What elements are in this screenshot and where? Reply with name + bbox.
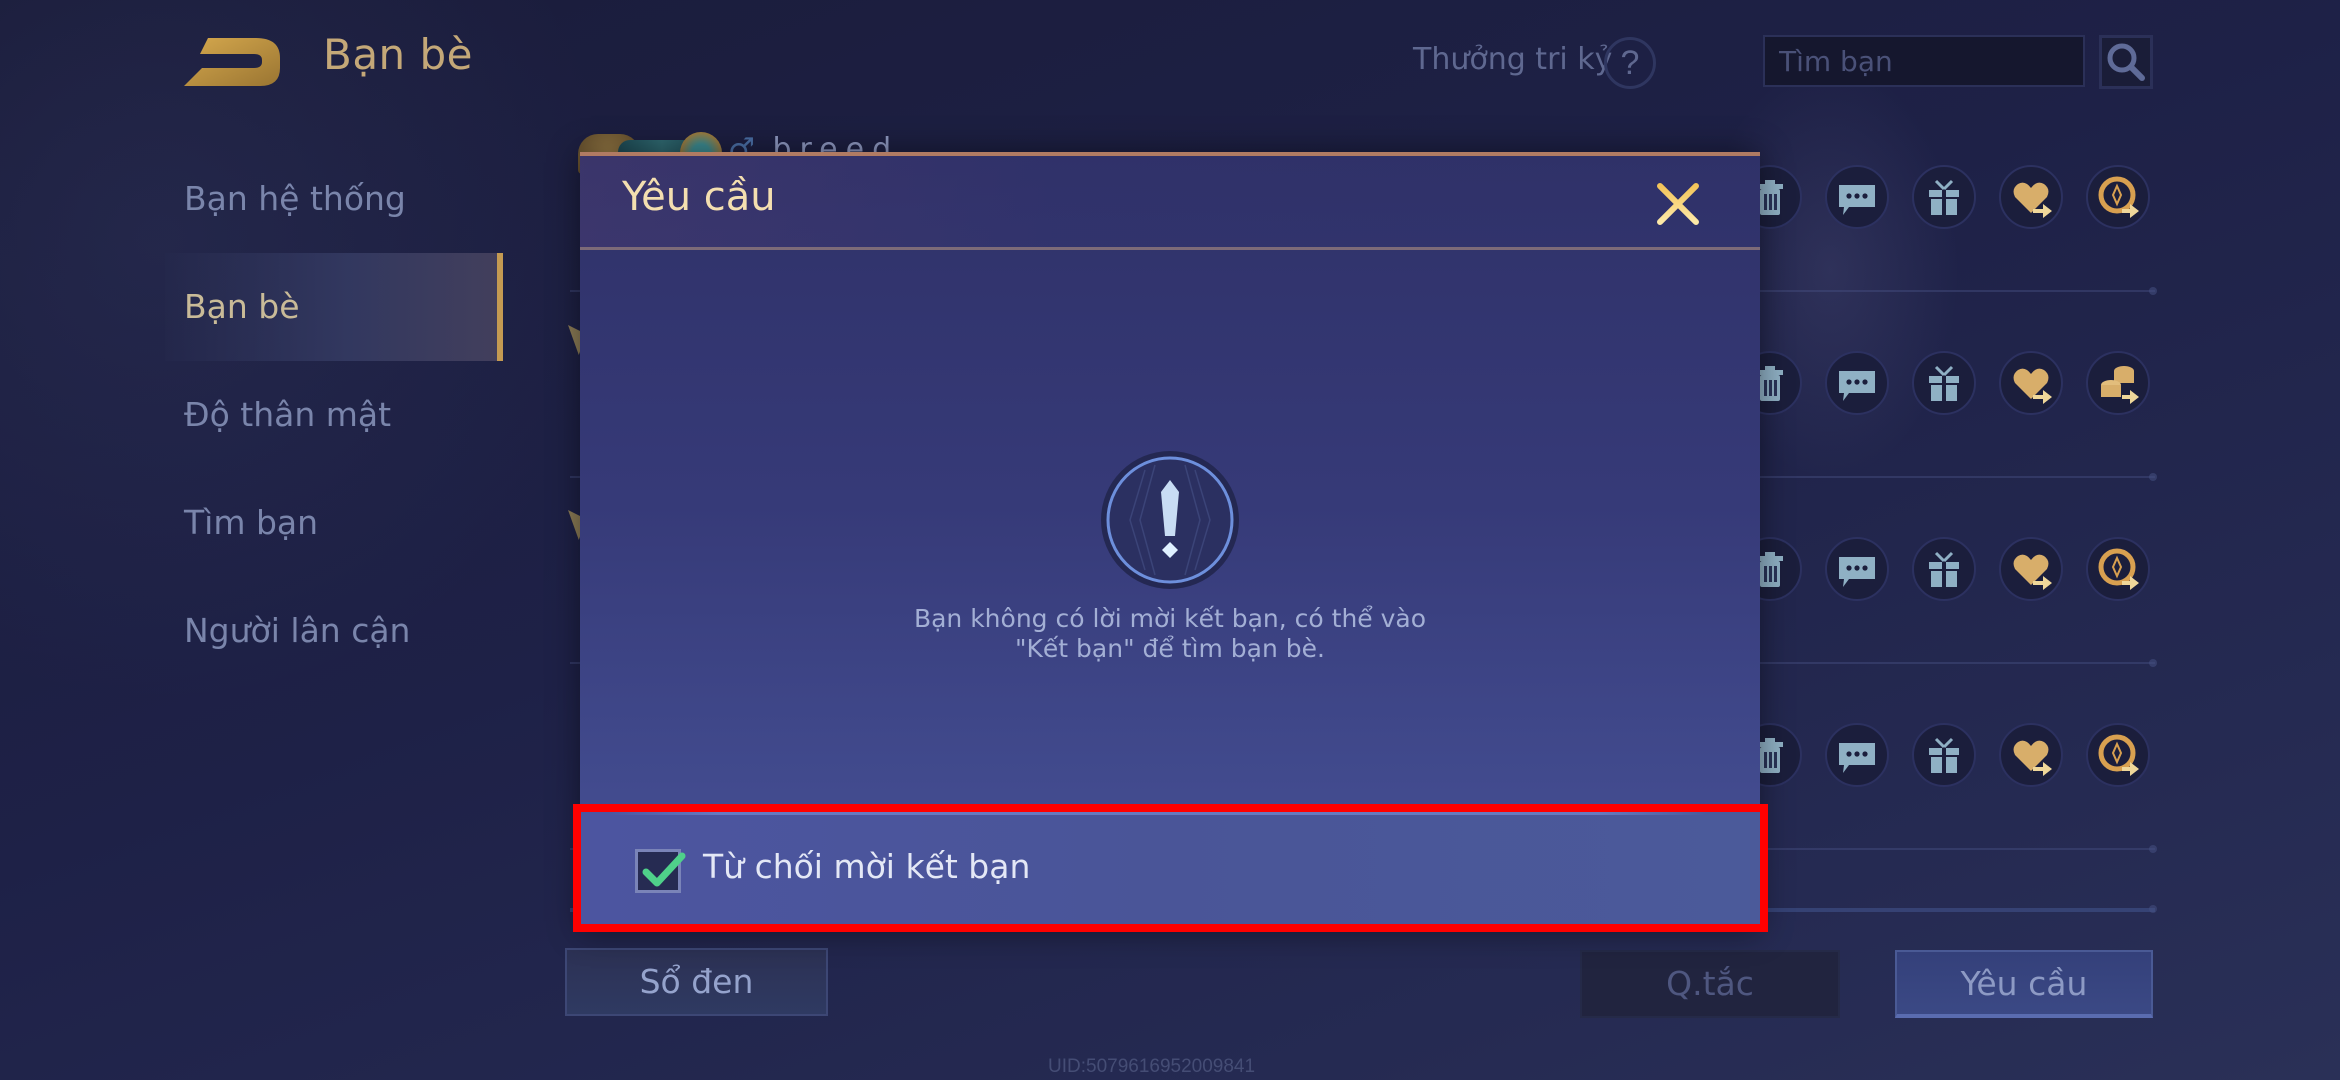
blacklist-button[interactable]: Sổ đen — [565, 948, 828, 1016]
rules-button[interactable]: Q.tắc — [1580, 950, 1840, 1018]
empty-requests-message: Bạn không có lời mời kết bạn, có thể vào… — [770, 604, 1570, 664]
user-id-label: UID:5079616952009841 — [1048, 1056, 1256, 1077]
checkmark-icon — [642, 852, 686, 887]
close-icon — [1657, 183, 1699, 225]
page-title: Bạn bè — [323, 30, 474, 79]
soulmate-reward-label[interactable]: Thưởng tri kỷ — [1413, 42, 1612, 77]
sidebar-item-intimacy[interactable]: Độ thân mật — [165, 361, 503, 469]
dialog-title: Yêu cầu — [622, 174, 776, 220]
send-medal-icon — [2098, 176, 2139, 218]
search-button[interactable] — [2099, 35, 2153, 89]
friend-requests-dialog: Yêu cầu Bạn không có lời mời kết bạn, có… — [580, 152, 1760, 932]
row-action-chat-button[interactable] — [1825, 165, 1889, 229]
send-coins-icon — [2101, 366, 2139, 404]
row-action-chat-button[interactable] — [1825, 537, 1889, 601]
row-action-gift-button[interactable] — [1912, 351, 1976, 415]
sidebar-item-label: Bạn bè — [184, 287, 300, 326]
chat-icon — [1839, 743, 1875, 773]
friend-requests-button[interactable]: Yêu cầu — [1895, 950, 2153, 1018]
sidebar-item-label: Tìm bạn — [184, 503, 319, 542]
row-action-chat-button[interactable] — [1825, 351, 1889, 415]
sidebar-item-label: Người lân cận — [184, 611, 411, 650]
send-heart-icon — [2013, 182, 2052, 218]
row-action-gift-button[interactable] — [1912, 537, 1976, 601]
close-button[interactable] — [1652, 178, 1704, 230]
help-icon: ? — [1620, 44, 1640, 82]
gift-icon — [1929, 179, 1959, 215]
send-heart-icon — [2013, 740, 2052, 776]
chat-icon — [1839, 371, 1875, 401]
row-action-send-heart-button[interactable] — [1999, 351, 2063, 415]
row-action-send-heart-button[interactable] — [1999, 165, 2063, 229]
row-action-send-medal-button[interactable] — [2086, 165, 2150, 229]
row-action-send-medal-button[interactable] — [2086, 537, 2150, 601]
back-arrow-icon — [184, 38, 280, 86]
reject-requests-label[interactable]: Từ chối mời kết bạn — [703, 847, 1030, 886]
sidebar-item-find-friends[interactable]: Tìm bạn — [165, 469, 503, 577]
send-medal-icon — [2098, 548, 2139, 590]
search-icon — [2107, 43, 2145, 81]
gift-icon — [1929, 737, 1959, 773]
row-action-gift-button[interactable] — [1912, 723, 1976, 787]
gift-icon — [1929, 551, 1959, 587]
footer-divider — [608, 810, 1708, 815]
help-button[interactable]: ? — [1604, 37, 1656, 89]
send-heart-icon — [2013, 368, 2052, 404]
row-action-send-coins-button[interactable] — [2086, 351, 2150, 415]
sidebar-item-friends[interactable]: Bạn bè — [165, 253, 503, 361]
gift-icon — [1929, 365, 1959, 401]
chat-icon — [1839, 557, 1875, 587]
row-action-send-medal-button[interactable] — [2086, 723, 2150, 787]
exclamation-icon — [1100, 450, 1240, 590]
message-line: "Kết bạn" để tìm bạn bè. — [1015, 634, 1325, 663]
sidebar-item-label: Độ thân mật — [184, 395, 392, 434]
send-heart-icon — [2013, 554, 2052, 590]
search-input[interactable] — [1763, 35, 2085, 87]
sidebar-item-nearby[interactable]: Người lân cận — [165, 577, 503, 685]
sidebar-item-system-friends[interactable]: Bạn hệ thống — [165, 145, 503, 253]
dialog-header: Yêu cầu — [580, 156, 1760, 250]
row-action-send-heart-button[interactable] — [1999, 537, 2063, 601]
sidebar-item-label: Bạn hệ thống — [184, 179, 406, 218]
row-action-chat-button[interactable] — [1825, 723, 1889, 787]
row-action-send-heart-button[interactable] — [1999, 723, 2063, 787]
row-action-gift-button[interactable] — [1912, 165, 1976, 229]
reject-requests-checkbox[interactable] — [635, 849, 686, 893]
message-line: Bạn không có lời mời kết bạn, có thể vào — [913, 604, 1427, 633]
dialog-footer: Từ chối mời kết bạn — [580, 810, 1760, 932]
chat-icon — [1839, 185, 1875, 215]
send-medal-icon — [2098, 734, 2139, 776]
back-button[interactable] — [182, 36, 282, 88]
